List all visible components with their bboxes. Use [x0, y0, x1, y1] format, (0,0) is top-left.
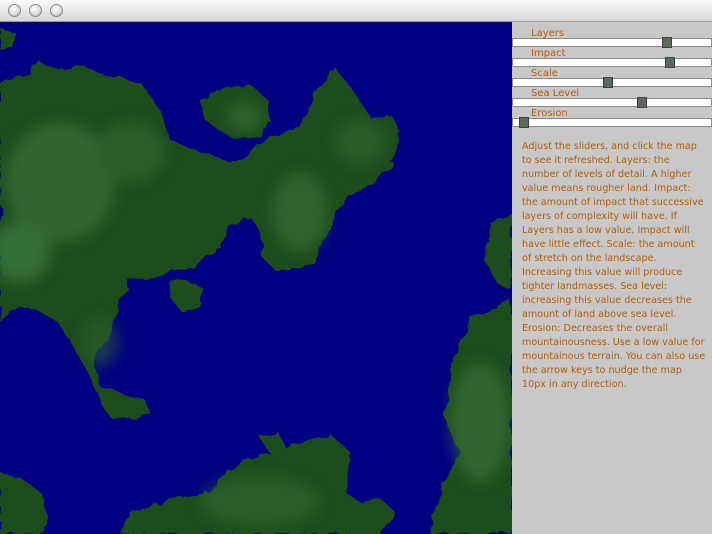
terrain-map[interactable] [0, 22, 512, 534]
terrain-map-canvas[interactable] [0, 22, 512, 534]
close-window-button[interactable] [8, 4, 21, 17]
erosion-slider[interactable] [512, 117, 712, 128]
help-text: Adjust the sliders, and click the map to… [522, 141, 706, 390]
impact-slider-thumb[interactable] [665, 57, 675, 68]
window-titlebar[interactable] [0, 0, 712, 22]
scale-slider[interactable] [512, 77, 712, 88]
sea-level-slider-thumb[interactable] [637, 97, 647, 108]
layers-slider-thumb[interactable] [662, 37, 672, 48]
impact-slider[interactable] [512, 57, 712, 68]
sea-level-slider[interactable] [512, 97, 712, 108]
minimize-window-button[interactable] [29, 4, 42, 17]
erosion-slider-thumb[interactable] [519, 117, 529, 128]
zoom-window-button[interactable] [50, 4, 63, 17]
control-panel: Layers Impact Scale Sea Level Erosion Ad… [512, 22, 712, 534]
scale-slider-thumb[interactable] [603, 77, 613, 88]
layers-slider[interactable] [512, 37, 712, 48]
